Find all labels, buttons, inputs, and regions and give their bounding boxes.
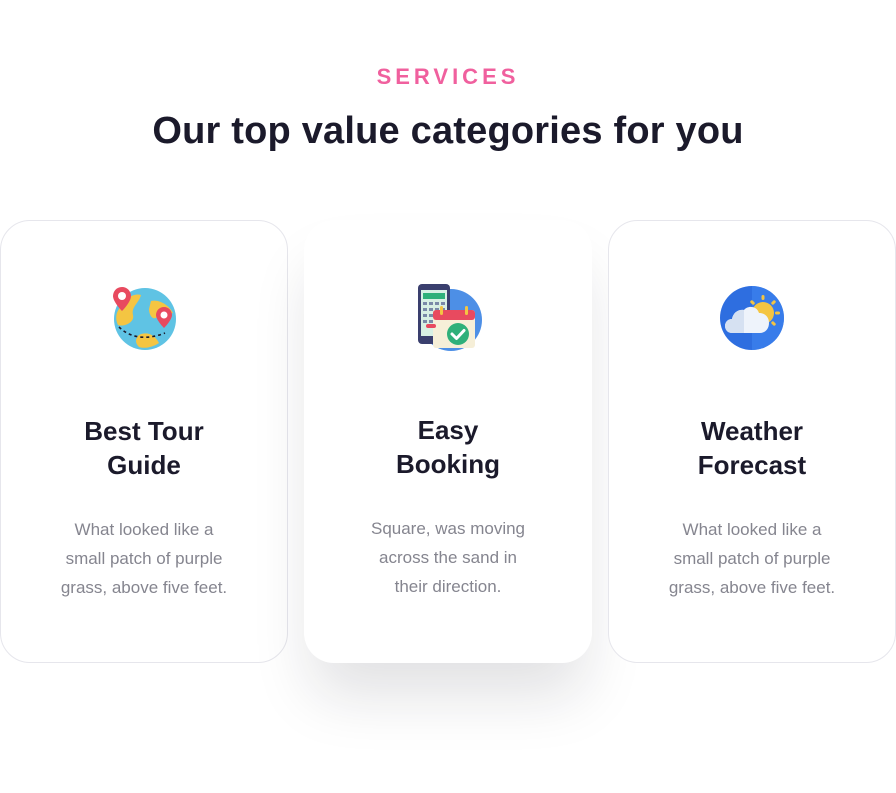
service-card-easy-booking[interactable]: Easy Booking Square, was moving across t… (304, 220, 592, 663)
section-heading: Our top value categories for you (152, 110, 744, 152)
card-title: Easy Booking (396, 415, 500, 479)
service-card-tour-guide[interactable]: Best Tour Guide What looked like a small… (0, 220, 288, 663)
booking-calendar-icon (413, 282, 483, 352)
card-description: Square, was moving across the sand in th… (370, 519, 526, 596)
section-eyebrow: SERVICES (376, 64, 520, 89)
card-description: What looked like a small patch of purple… (668, 520, 836, 597)
card-title: Weather Forecast (697, 416, 807, 480)
card-description: What looked like a small patch of purple… (60, 520, 228, 597)
service-card-weather-forecast[interactable]: Weather Forecast What looked like a smal… (608, 220, 896, 663)
card-title: Best Tour Guide (84, 416, 204, 480)
cloud-sun-icon (717, 283, 787, 353)
services-section: SERVICES Our top value categories for yo… (0, 0, 896, 793)
globe-map-pin-icon (109, 283, 179, 353)
